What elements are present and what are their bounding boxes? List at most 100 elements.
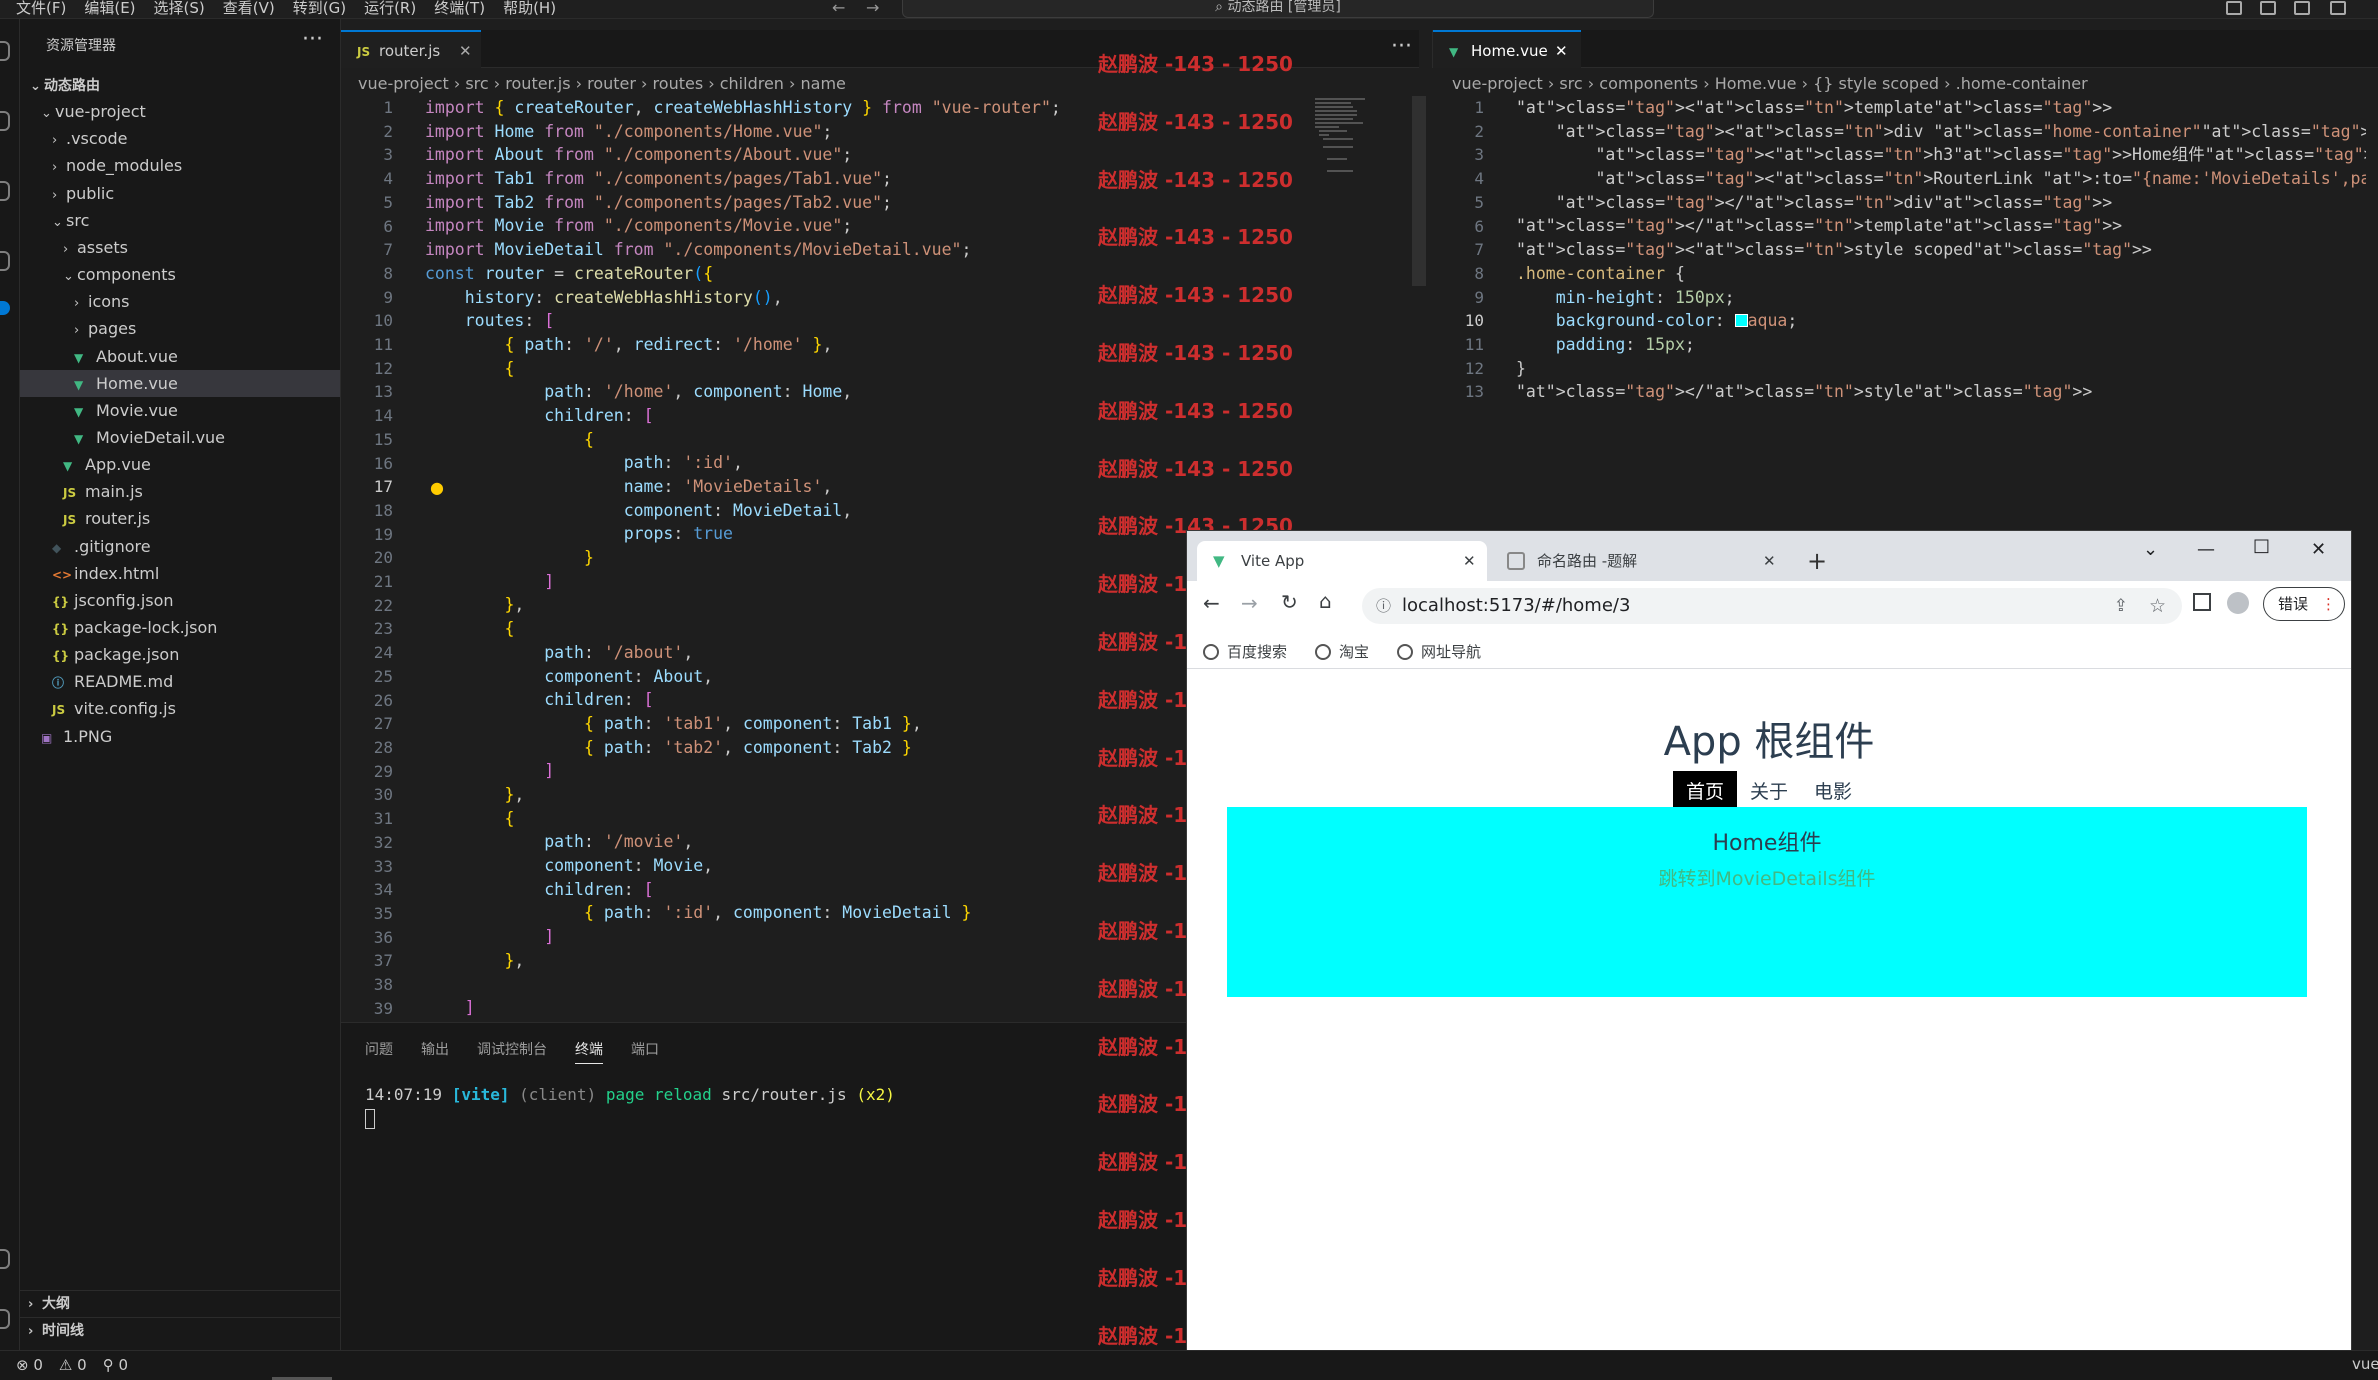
tree-item[interactable]: › .vscode xyxy=(20,125,340,152)
close-icon[interactable]: ✕ xyxy=(1555,32,1568,70)
toggle-panel-icon[interactable] xyxy=(2260,1,2276,15)
tree-item[interactable]: ◆ .gitignore xyxy=(20,533,340,560)
more-actions-icon[interactable]: ··· xyxy=(302,27,323,52)
menu-item[interactable]: 终端(T) xyxy=(434,0,485,19)
browser-tab-vite-app[interactable]: ▼ Vite App ✕ xyxy=(1197,541,1487,581)
window-close-icon[interactable]: ✕ xyxy=(2311,539,2326,560)
menu-item[interactable]: 转到(G) xyxy=(293,0,346,19)
maximize-icon[interactable]: □ xyxy=(2253,535,2270,556)
status-problems[interactable]: ⊗ 0 ⚠ 0 ⚲ 0 xyxy=(16,1356,128,1374)
nav-home-link[interactable]: 首页 xyxy=(1672,771,1737,810)
editor-more-icon[interactable]: ··· xyxy=(1391,34,1412,59)
share-icon[interactable]: ⇪ xyxy=(2114,588,2128,624)
tree-item[interactable]: JS router.js xyxy=(20,505,340,532)
panel-tab[interactable]: 问题 xyxy=(365,1039,393,1064)
bookmark-star-icon[interactable]: ☆ xyxy=(2149,588,2166,624)
nav-about-link[interactable]: 关于 xyxy=(1737,771,1801,810)
tree-item[interactable]: ⌄ components xyxy=(20,261,340,288)
editor-scrollbar[interactable] xyxy=(1412,96,1426,286)
extensions-badge-icon[interactable] xyxy=(0,301,10,315)
terminal-output[interactable]: 14:07:19 [vite] (client) page reload src… xyxy=(365,1085,895,1104)
menu-item[interactable]: 运行(R) xyxy=(364,0,416,19)
new-tab-icon[interactable]: + xyxy=(1807,547,1827,575)
tree-item[interactable]: › node_modules xyxy=(20,152,340,179)
tree-item[interactable]: ▼ App.vue xyxy=(20,451,340,478)
menu-item[interactable]: 查看(V) xyxy=(223,0,275,19)
breadcrumb-item[interactable]: Home.vue xyxy=(1715,74,1797,93)
movie-details-link[interactable]: 跳转到MovieDetails组件 xyxy=(1227,864,2307,891)
error-button[interactable]: 错误 ⋮ xyxy=(2263,587,2345,621)
breadcrumb-item[interactable]: .home-container xyxy=(1956,74,2088,93)
forward-arrow-icon[interactable]: → xyxy=(866,0,879,16)
tab-search-chevron-down-icon[interactable]: ⌄ xyxy=(2143,539,2158,560)
tree-item[interactable]: {} package-lock.json xyxy=(20,614,340,641)
minimap[interactable] xyxy=(1315,96,1377,186)
bookmark-taobao[interactable]: 淘宝 xyxy=(1315,641,1369,662)
breadcrumb-item[interactable]: routes xyxy=(653,74,704,93)
tree-item[interactable]: {} package.json xyxy=(20,641,340,668)
tree-item[interactable]: ⓘ README.md xyxy=(20,668,340,695)
home-icon[interactable]: ⌂ xyxy=(1319,589,1332,613)
back-icon[interactable]: ← xyxy=(1203,591,1220,615)
language-mode[interactable]: vue xyxy=(2352,1355,2378,1373)
manage-gear-icon[interactable] xyxy=(0,1309,10,1329)
tree-item[interactable]: ▼ Movie.vue xyxy=(20,397,340,424)
breadcrumb-item[interactable]: vue-project xyxy=(358,74,449,93)
close-icon[interactable]: ✕ xyxy=(459,32,472,70)
timeline-section[interactable]: › 时间线 xyxy=(20,1317,340,1344)
tree-item[interactable]: › assets xyxy=(20,234,340,261)
panel-tab[interactable]: 终端 xyxy=(575,1039,603,1064)
minimize-icon[interactable]: — xyxy=(2197,539,2215,560)
code-editor-home[interactable]: "at">class="tag"><"at">class="tn">templa… xyxy=(1516,96,2366,404)
reload-icon[interactable]: ↻ xyxy=(1281,590,1298,614)
tree-item[interactable]: ⌄ src xyxy=(20,207,340,234)
tree-item[interactable]: › public xyxy=(20,180,340,207)
tree-item[interactable]: ⌄ vue-project xyxy=(20,98,340,125)
menu-item[interactable]: 选择(S) xyxy=(154,0,205,19)
close-tab-icon[interactable]: ✕ xyxy=(1463,541,1476,581)
account-icon[interactable] xyxy=(0,1249,10,1269)
tree-item[interactable]: › icons xyxy=(20,288,340,315)
site-info-icon[interactable]: ⓘ xyxy=(1376,588,1391,624)
search-icon[interactable] xyxy=(0,111,10,131)
tree-item[interactable]: <> index.html xyxy=(20,560,340,587)
tree-item[interactable]: {} jsconfig.json xyxy=(20,587,340,614)
profile-avatar-icon[interactable] xyxy=(2227,592,2249,614)
close-tab-icon[interactable]: ✕ xyxy=(1763,541,1776,581)
panel-tab[interactable]: 端口 xyxy=(631,1039,659,1064)
back-arrow-icon[interactable]: ← xyxy=(832,0,845,16)
panel-tab[interactable]: 调试控制台 xyxy=(477,1039,547,1064)
explorer-icon[interactable] xyxy=(0,41,10,61)
source-control-icon[interactable] xyxy=(0,181,10,201)
tree-item[interactable]: JS main.js xyxy=(20,478,340,505)
toggle-sidebar-icon[interactable] xyxy=(2226,1,2242,15)
tree-item[interactable]: ▣ 1.PNG xyxy=(20,723,340,750)
breadcrumb-item[interactable]: children xyxy=(720,74,784,93)
breadcrumb-item[interactable]: src xyxy=(1559,74,1582,93)
run-debug-icon[interactable] xyxy=(0,251,10,271)
side-panel-icon[interactable] xyxy=(2193,593,2211,611)
tree-item[interactable]: ⌄ 动态路由 xyxy=(20,71,340,98)
panel-tab[interactable]: 输出 xyxy=(421,1039,449,1064)
breadcrumb-item[interactable]: {} style scoped xyxy=(1813,74,1939,93)
breadcrumb-item[interactable]: src xyxy=(465,74,488,93)
breadcrumb-item[interactable]: router xyxy=(587,74,636,93)
breadcrumb-item[interactable]: vue-project xyxy=(1452,74,1543,93)
toggle-secondary-sidebar-icon[interactable] xyxy=(2294,1,2310,15)
address-bar[interactable]: ⓘ localhost:5173/#/home/3 ⇪ ☆ xyxy=(1362,588,2182,624)
browser-tab-named-route[interactable]: 命名路由 -题解 ✕ xyxy=(1493,541,1783,581)
tree-item[interactable]: ▼ Home.vue xyxy=(20,369,340,397)
outline-section[interactable]: › 大纲 xyxy=(20,1290,340,1317)
bookmark-baidu[interactable]: 百度搜索 xyxy=(1203,641,1287,662)
command-center[interactable]: ⌕ 动态路由 [管理员] xyxy=(902,0,1654,18)
tree-item[interactable]: ▼ MovieDetail.vue xyxy=(20,424,340,451)
menu-item[interactable]: 文件(F) xyxy=(16,0,66,19)
kebab-menu-icon[interactable]: ⋮ xyxy=(2321,588,2336,620)
customize-layout-icon[interactable] xyxy=(2330,1,2346,15)
tab-home-vue[interactable]: ▼ Home.vue ✕ xyxy=(1433,30,1581,68)
nav-movie-link[interactable]: 电影 xyxy=(1801,771,1865,810)
menu-item[interactable]: 编辑(E) xyxy=(84,0,135,19)
breadcrumb-item[interactable]: router.js xyxy=(505,74,570,93)
tree-item[interactable]: › pages xyxy=(20,315,340,342)
forward-icon[interactable]: → xyxy=(1241,591,1258,615)
